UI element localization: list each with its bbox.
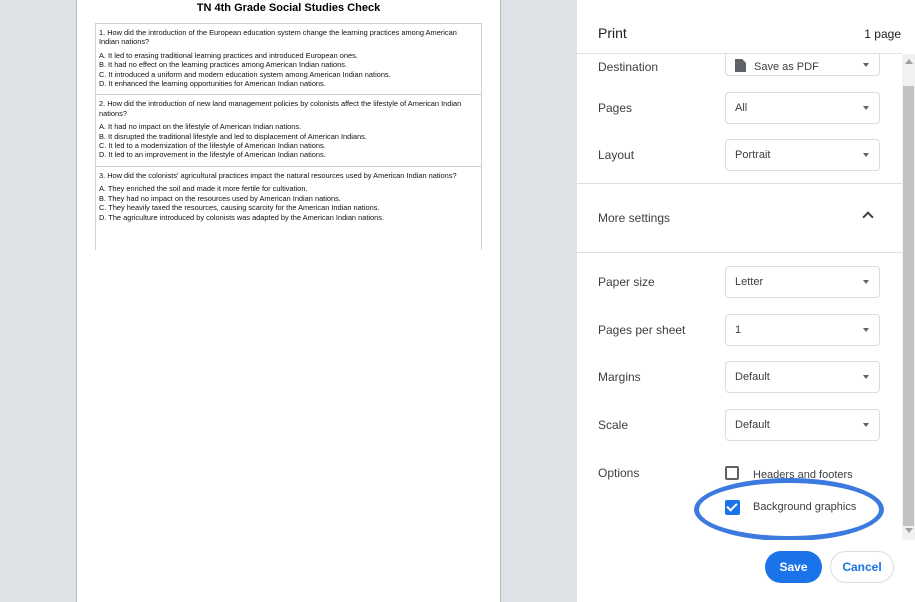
question-block: 1. How did the introduction of the Europ…: [96, 24, 481, 96]
pages-per-sheet-select[interactable]: 1: [725, 314, 880, 346]
margins-label: Margins: [598, 370, 641, 384]
page-count: 1 page: [864, 27, 901, 41]
scroll-up-arrow-icon[interactable]: [905, 59, 913, 64]
print-settings-panel: Print 1 page Destination Save as PDF Pag…: [577, 0, 915, 602]
question-block: 2. How did the introduction of new land …: [96, 95, 481, 167]
options-label: Options: [598, 466, 640, 480]
margins-row: Margins Default: [598, 361, 880, 395]
answer-option: A. They enriched the soil and made it mo…: [99, 184, 308, 194]
destination-row: Destination Save as PDF: [598, 54, 880, 78]
scroll-down-arrow-icon[interactable]: [905, 528, 913, 533]
pages-select[interactable]: All: [725, 92, 880, 124]
preview-page: TN 4th Grade Social Studies Check 1. How…: [76, 0, 501, 602]
answer-option: C. It led to a modernization of the life…: [99, 141, 326, 151]
background-graphics-label: Background graphics: [753, 501, 857, 513]
paper-size-label: Paper size: [598, 275, 655, 289]
paper-size-value: Letter: [735, 276, 764, 288]
scale-row: Scale Default: [598, 409, 880, 443]
answer-option: A. It had no impact on the lifestyle of …: [99, 122, 302, 132]
destination-select[interactable]: Save as PDF: [725, 54, 880, 76]
chevron-down-icon: [863, 328, 869, 332]
margins-select[interactable]: Default: [725, 361, 880, 393]
paper-size-row: Paper size Letter: [598, 266, 880, 300]
margins-value: Default: [735, 371, 770, 383]
question-text: 3. How did the colonists' agricultural p…: [99, 170, 457, 180]
answer-option: C. They heavily taxed the resources, cau…: [99, 203, 380, 213]
pages-per-sheet-value: 1: [735, 324, 742, 336]
answer-option: D. It enhanced the learning opportunitie…: [99, 79, 326, 89]
answer-option: B. It had no effect on the learning prac…: [99, 60, 348, 70]
more-settings-label: More settings: [598, 211, 671, 225]
pages-label: Pages: [598, 101, 633, 115]
chevron-up-icon: [862, 211, 874, 223]
cancel-button[interactable]: Cancel: [830, 551, 894, 583]
question-text: 2. How did the introduction of new land …: [99, 99, 462, 118]
panel-title: Print: [598, 25, 627, 41]
pages-per-sheet-label: Pages per sheet: [598, 323, 686, 337]
more-settings-toggle[interactable]: More settings: [577, 183, 902, 253]
panel-header: Print 1 page: [598, 25, 901, 45]
chevron-down-icon: [863, 375, 869, 379]
chevron-down-icon: [863, 153, 869, 157]
destination-label: Destination: [598, 60, 659, 74]
chevron-down-icon: [863, 280, 869, 284]
pages-value: All: [735, 102, 748, 114]
layout-value: Portrait: [735, 149, 771, 161]
destination-value: Save as PDF: [754, 61, 819, 73]
scale-label: Scale: [598, 418, 629, 432]
scrollbar-thumb[interactable]: [903, 86, 914, 526]
answer-option: C. It introduced a uniform and modern ed…: [99, 69, 391, 79]
answer-option: B. They had no impact on the resources u…: [99, 193, 341, 203]
save-button[interactable]: Save: [765, 551, 822, 583]
layout-label: Layout: [598, 148, 635, 162]
pages-per-sheet-row: Pages per sheet 1: [598, 314, 880, 348]
questions-table: 1. How did the introduction of the Europ…: [95, 23, 482, 250]
headers-footers-checkbox[interactable]: [725, 466, 739, 480]
chevron-down-icon: [863, 423, 869, 427]
chevron-down-icon: [863, 63, 869, 67]
settings-scroll-region[interactable]: Destination Save as PDF Pages All Layout…: [577, 54, 902, 540]
question-text: 1. How did the introduction of the Europ…: [99, 28, 457, 47]
print-preview-area: TN 4th Grade Social Studies Check 1. How…: [0, 0, 577, 602]
answer-option: D. It led to an improvement in the lifes…: [99, 150, 326, 160]
scale-value: Default: [735, 419, 770, 431]
answer-option: B. It disrupted the traditional lifestyl…: [99, 131, 367, 141]
question-block: 3. How did the colonists' agricultural p…: [96, 167, 481, 250]
background-graphics-checkbox[interactable]: [725, 500, 740, 515]
scale-select[interactable]: Default: [725, 409, 880, 441]
layout-row: Layout Portrait: [598, 139, 880, 173]
pages-row: Pages All: [598, 92, 880, 126]
answer-option: D. The agriculture introduced by colonis…: [99, 212, 384, 222]
file-icon: [735, 59, 746, 72]
background-graphics-option[interactable]: Background graphics: [725, 500, 875, 516]
document-title: TN 4th Grade Social Studies Check: [196, 2, 381, 14]
chevron-down-icon: [863, 106, 869, 110]
paper-size-select[interactable]: Letter: [725, 266, 880, 298]
answer-option: A. It led to erasing traditional learnin…: [99, 50, 358, 60]
layout-select[interactable]: Portrait: [725, 139, 880, 171]
settings-scrollbar[interactable]: [902, 54, 915, 540]
